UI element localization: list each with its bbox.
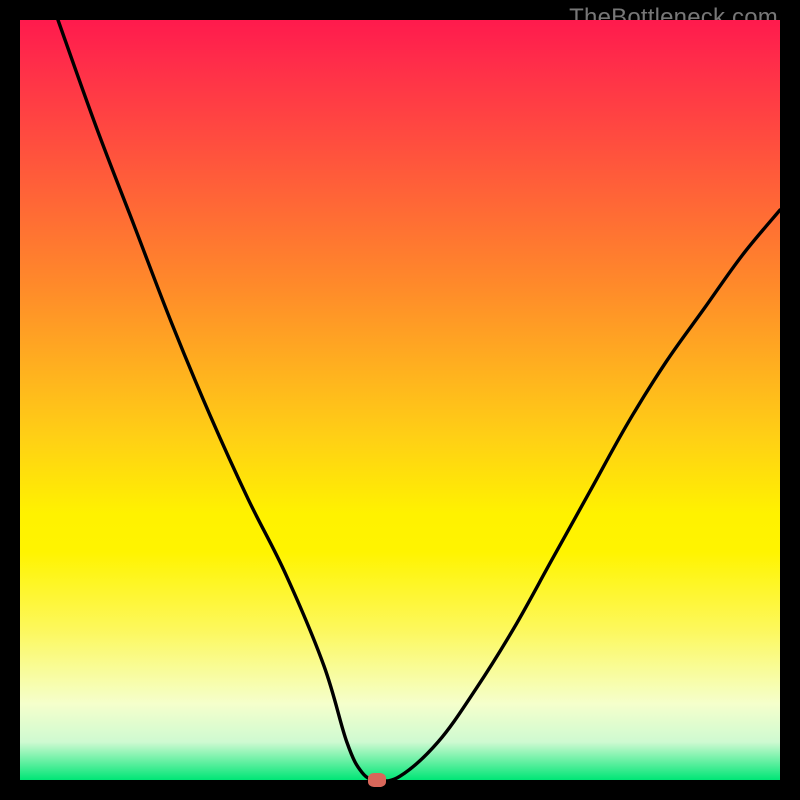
chart-frame: TheBottleneck.com xyxy=(0,0,800,800)
curve-svg xyxy=(20,20,780,780)
bottleneck-curve-path xyxy=(58,20,780,780)
optimal-point-marker xyxy=(368,773,386,787)
plot-area xyxy=(20,20,780,780)
